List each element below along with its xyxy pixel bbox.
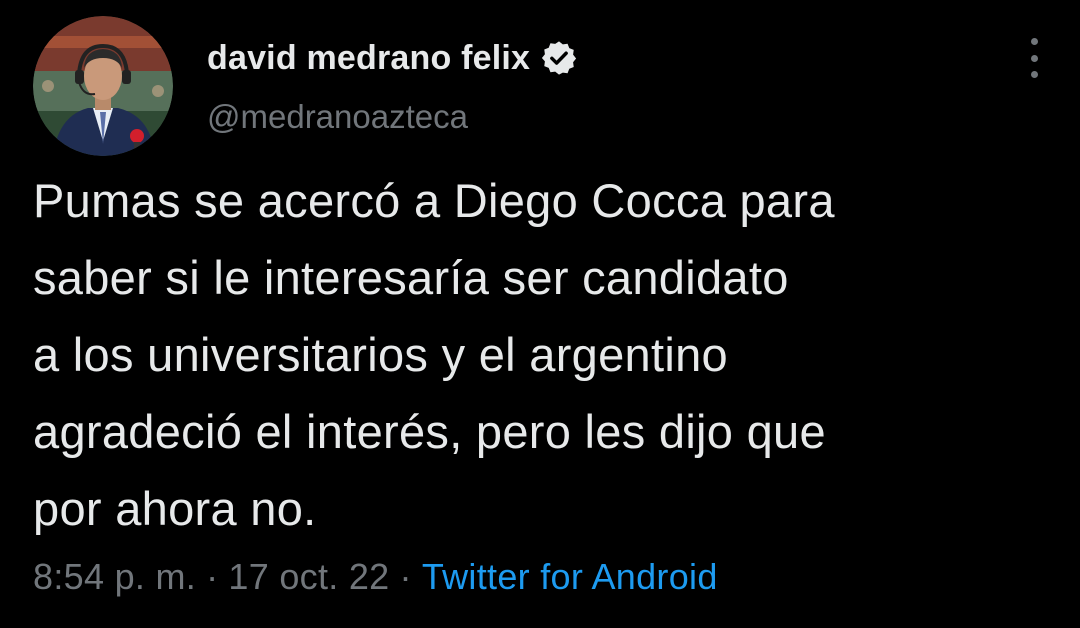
avatar-image [33,16,173,156]
avatar[interactable] [33,16,173,156]
separator: · [206,556,219,597]
separator: · [399,556,412,597]
user-handle[interactable]: @medranoazteca [207,98,468,136]
dot [1030,38,1038,45]
tweet-text-line: por ahora no. [33,482,317,535]
tweet: david medrano felix @medranoazteca Pumas… [0,0,1080,628]
tweet-text-line: a los universitarios y el argentino [33,328,728,381]
tweet-text-line: saber si le interesaría ser candidato [33,251,789,304]
more-options-icon[interactable] [1024,38,1044,78]
dot [1030,71,1038,78]
tweet-text: Pumas se acercó a Diego Cocca para saber… [33,162,1053,547]
dot [1030,54,1038,62]
display-name: david medrano felix [207,38,531,77]
tweet-source-link[interactable]: Twitter for Android [422,556,718,597]
tweet-text-line: Pumas se acercó a Diego Cocca para [33,174,835,227]
display-name-row[interactable]: david medrano felix [207,36,578,80]
tweet-time[interactable]: 8:54 p. m. [33,556,196,597]
tweet-text-line: agradeció el interés, pero les dijo que [33,405,826,458]
tweet-date[interactable]: 17 oct. 22 [228,556,389,597]
tweet-metadata: 8:54 p. m. · 17 oct. 22 · Twitter for Androi… [33,556,718,598]
verified-badge-icon [540,39,578,77]
